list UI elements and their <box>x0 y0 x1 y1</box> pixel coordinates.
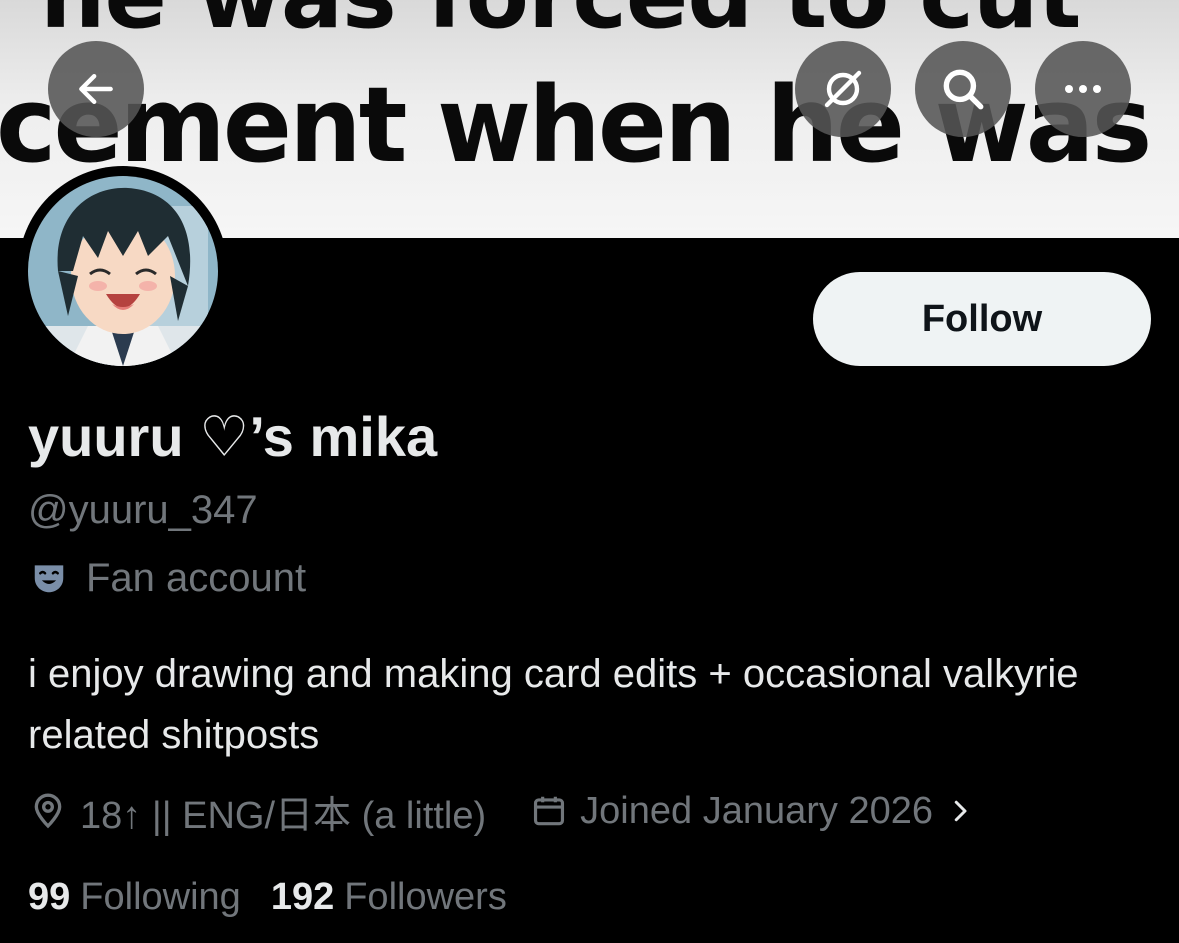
following-label: Following <box>80 875 241 918</box>
slashed-circle-icon <box>824 70 862 108</box>
joined-label: Joined January 2026 <box>580 789 933 832</box>
banner-text-top: he was forced to cut <box>40 0 1081 49</box>
avatar[interactable] <box>18 166 228 376</box>
followers-stat[interactable]: 192 Followers <box>271 876 507 919</box>
grok-button[interactable] <box>795 41 891 137</box>
followers-label: Followers <box>344 875 507 918</box>
profile-bio: i enjoy drawing and making card edits + … <box>28 652 1079 757</box>
display-name: yuuru ♡’s mika <box>28 405 438 468</box>
theater-mask-icon <box>34 565 64 593</box>
profile-stats: 99 Following 192 Followers <box>28 872 507 922</box>
back-button[interactable] <box>48 41 144 137</box>
chevron-right-icon <box>954 800 967 822</box>
following-count: 99 <box>28 875 71 918</box>
profile-meta: 18↑ || ENG/日本 (a little) Joined January … <box>28 784 975 839</box>
calendar-icon <box>534 796 565 826</box>
location-pin-icon <box>34 793 62 829</box>
search-button[interactable] <box>915 41 1011 137</box>
joined-item[interactable]: Joined January 2026 <box>530 790 975 833</box>
search-icon <box>943 69 984 110</box>
arrow-left-icon <box>79 73 113 105</box>
follow-button[interactable]: Follow <box>813 272 1151 366</box>
category-label: Fan account <box>86 555 307 600</box>
more-horizontal-icon <box>1065 85 1101 93</box>
following-stat[interactable]: 99 Following <box>28 876 241 919</box>
location-item: 18↑ || ENG/日本 (a little) <box>28 784 486 839</box>
location-label: 18↑ || ENG/日本 (a little) <box>80 794 487 837</box>
avatar-image <box>28 176 218 366</box>
followers-count: 192 <box>270 875 335 918</box>
profile-category: Fan account <box>30 554 306 602</box>
profile-handle: @yuuru_347 <box>28 488 258 532</box>
more-button[interactable] <box>1035 41 1131 137</box>
